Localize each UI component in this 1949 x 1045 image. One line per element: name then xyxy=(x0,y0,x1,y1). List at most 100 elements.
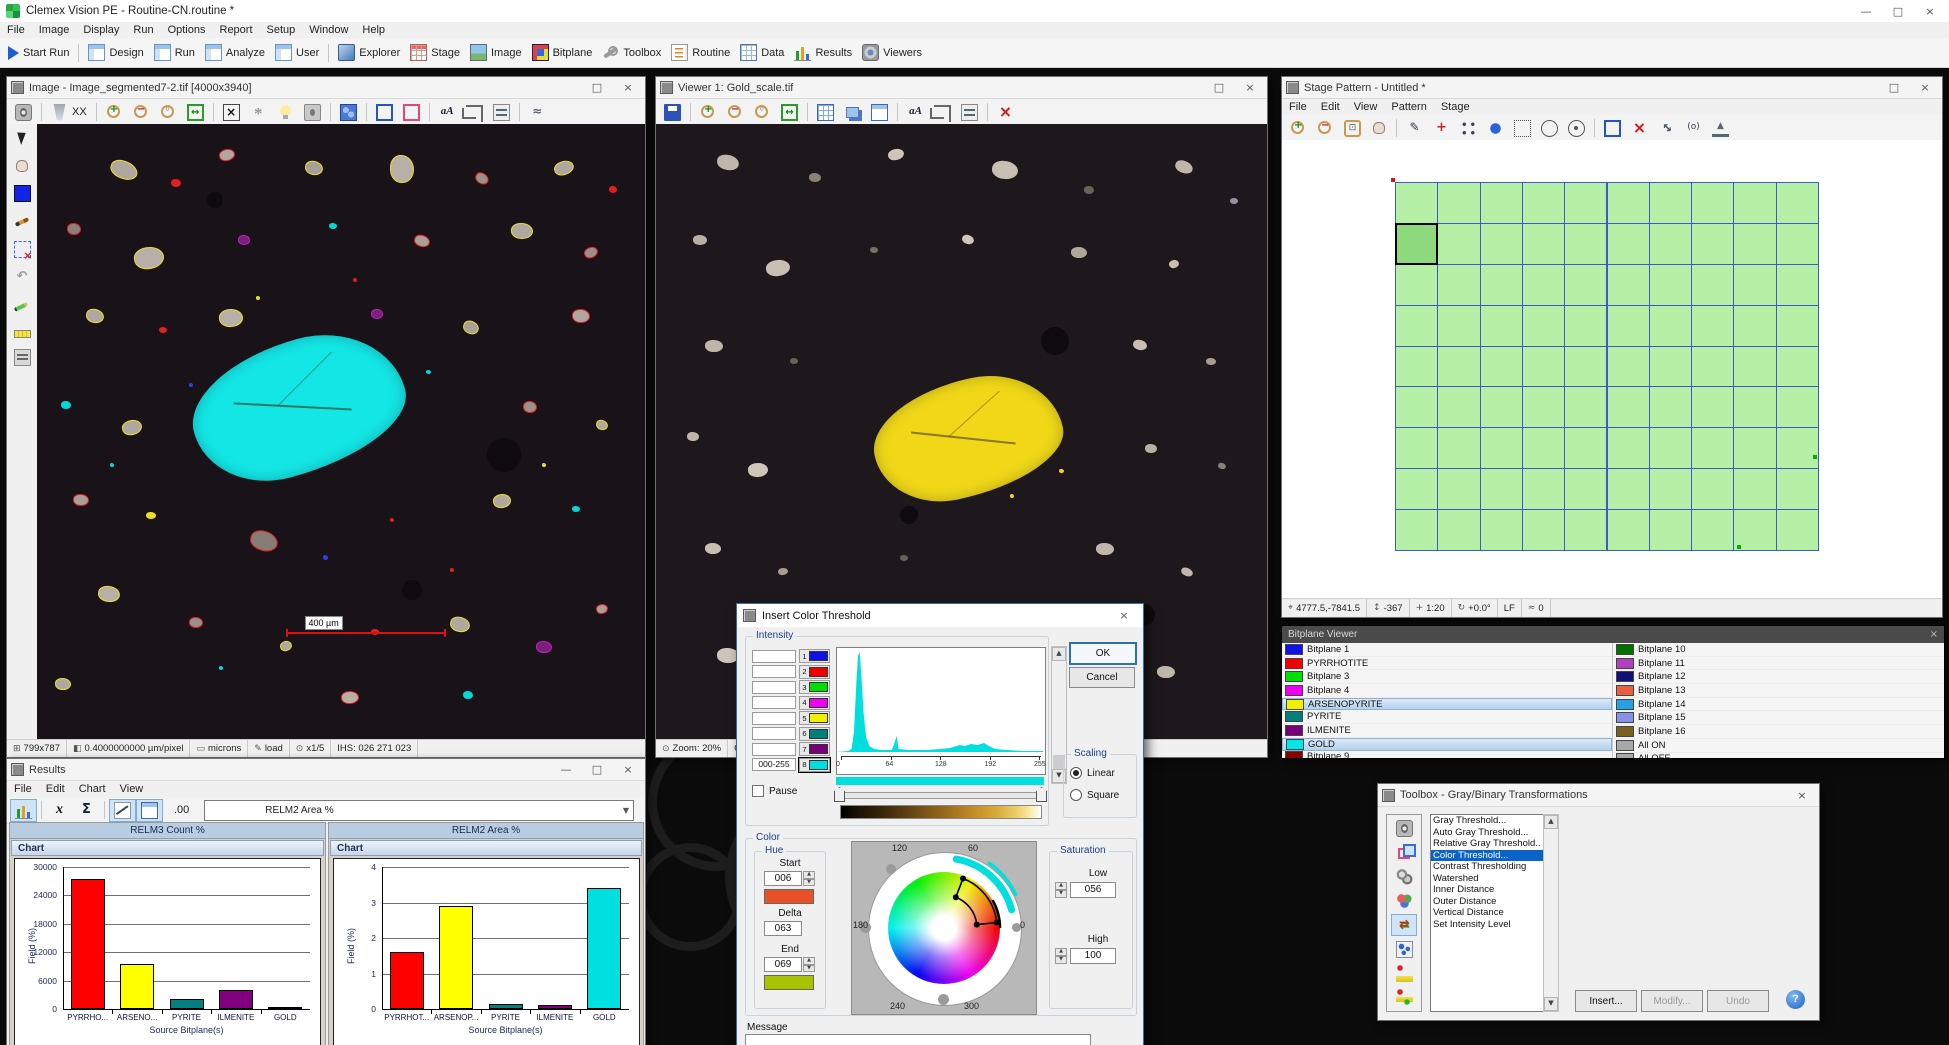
toolbox-item-outer-distance[interactable]: Outer Distance xyxy=(1431,896,1543,908)
close-icon[interactable]: × xyxy=(1237,79,1263,96)
image-mosaic-button[interactable] xyxy=(335,101,362,124)
main-user-button[interactable]: User xyxy=(270,41,324,64)
stage-cell[interactable] xyxy=(1437,386,1480,428)
stage-delete-red-button[interactable] xyxy=(1626,117,1653,140)
main-routine-button[interactable]: Routine xyxy=(666,41,735,64)
stage-cell-selected[interactable] xyxy=(1395,223,1438,265)
toolbox-item-set-intensity-level[interactable]: Set Intensity Level xyxy=(1431,919,1543,931)
stage-cell[interactable] xyxy=(1691,386,1734,428)
stage-cell[interactable] xyxy=(1607,468,1650,510)
stage-grid[interactable] xyxy=(1395,182,1818,550)
bitplane-item-all-off[interactable]: All OFF xyxy=(1613,753,1944,759)
maximize-icon[interactable]: □ xyxy=(584,79,610,96)
stage-cell[interactable] xyxy=(1395,509,1438,551)
image-zoom-out-button[interactable] xyxy=(128,101,155,124)
stage-crosshair-button[interactable] xyxy=(1428,117,1455,140)
stage-cell[interactable] xyxy=(1437,468,1480,510)
stage-pattern-canvas[interactable] xyxy=(1282,140,1942,599)
bitplane-item-bitplane-12[interactable]: Bitplane 12 xyxy=(1613,670,1944,684)
stage-zoom-in-button[interactable] xyxy=(1285,117,1312,140)
main-analyze-button[interactable]: Analyze xyxy=(200,41,270,64)
bitplane-item-gold[interactable]: GOLD xyxy=(1282,738,1612,751)
main-menu-file[interactable]: File xyxy=(0,23,32,37)
bitplane-item-all-on[interactable]: All ON xyxy=(1613,739,1944,753)
stage-cell[interactable] xyxy=(1607,346,1650,388)
toolbox-item-inner-distance[interactable]: Inner Distance xyxy=(1431,884,1543,896)
stage-cell[interactable] xyxy=(1776,509,1819,551)
stage-cell[interactable] xyxy=(1522,346,1565,388)
image-tool-delete-selection[interactable] xyxy=(12,239,33,260)
toolbox-item-vertical-distance[interactable]: Vertical Distance xyxy=(1431,907,1543,919)
viewer-crop-button[interactable] xyxy=(929,100,956,125)
image-window-title-bar[interactable]: Image - Image_segmented7-2.tif [4000x394… xyxy=(7,77,645,99)
bitplane-item-bitplane-15[interactable]: Bitplane 15 xyxy=(1613,711,1944,725)
stage-cell[interactable] xyxy=(1691,509,1734,551)
main-design-button[interactable]: Design xyxy=(83,41,148,64)
main-menu-window[interactable]: Window xyxy=(302,23,355,37)
scroll-up-icon[interactable]: ▲ xyxy=(1544,815,1558,829)
toolbox-category-spheres-color[interactable] xyxy=(1391,890,1417,912)
stage-cell[interactable] xyxy=(1733,305,1776,347)
stage-cell[interactable] xyxy=(1607,305,1650,347)
help-button[interactable]: ? xyxy=(1786,990,1805,1009)
close-icon[interactable]: × xyxy=(1930,629,1938,640)
radio-square[interactable] xyxy=(1070,789,1082,801)
main-bitplane-button[interactable]: Bitplane xyxy=(527,41,598,64)
viewer-zoom-in-button[interactable] xyxy=(695,101,722,124)
toolbox-category-camera[interactable] xyxy=(1391,817,1417,839)
stage-cell[interactable] xyxy=(1607,509,1650,551)
maximize-icon[interactable]: □ xyxy=(1881,79,1907,96)
range-field[interactable] xyxy=(752,743,796,756)
cancel-button[interactable]: Cancel xyxy=(1069,667,1135,688)
stage-cell[interactable] xyxy=(1733,182,1776,224)
stage-cell[interactable] xyxy=(1480,468,1523,510)
close-icon[interactable]: × xyxy=(615,79,641,96)
stage-cell[interactable] xyxy=(1691,346,1734,388)
range-field[interactable] xyxy=(752,650,796,663)
bitplane-item-bitplane-11[interactable]: Bitplane 11 xyxy=(1613,657,1944,671)
results-00-button[interactable]: .00 xyxy=(163,799,194,822)
stage-cell[interactable] xyxy=(1691,427,1734,469)
results-stat-sigma-button[interactable] xyxy=(73,799,100,822)
image-frame-blue-button[interactable] xyxy=(371,101,398,124)
bitplane-item-bitplane-16[interactable]: Bitplane 16 xyxy=(1613,725,1944,739)
scaling-square-option[interactable]: Square xyxy=(1070,789,1119,801)
segmented-image-canvas[interactable]: 400 µm xyxy=(37,124,645,740)
stage-cell[interactable] xyxy=(1564,468,1607,510)
saturation-low-field[interactable]: 056 xyxy=(1070,882,1116,898)
maximize-button[interactable]: □ xyxy=(1885,3,1911,20)
toolbox-category-measure-red[interactable] xyxy=(1391,963,1417,985)
bitplane-item-bitplane-4[interactable]: Bitplane 4 xyxy=(1282,684,1612,698)
stage-cell[interactable] xyxy=(1437,346,1480,388)
toolbox-category-bitplane-overlay[interactable] xyxy=(1391,841,1417,863)
results-menu-view[interactable]: View xyxy=(113,782,151,796)
results-menu-chart[interactable]: Chart xyxy=(72,782,113,796)
image-select-region-button[interactable] xyxy=(218,101,245,124)
stage-cell[interactable] xyxy=(1607,223,1650,265)
toolbox-item-contrast-thresholding[interactable]: Contrast Thresholding xyxy=(1431,861,1543,873)
viewer-grid-view-button[interactable] xyxy=(812,101,839,124)
stage-circle-blue-button[interactable] xyxy=(1482,117,1509,140)
maximize-icon[interactable]: □ xyxy=(584,761,610,778)
scroll-up-icon[interactable]: ▲ xyxy=(1052,647,1066,661)
bitplane-item-bitplane-13[interactable]: Bitplane 13 xyxy=(1613,684,1944,698)
saturation-high-spinner[interactable]: ▲▼ xyxy=(1055,948,1067,964)
main-results-button[interactable]: Results xyxy=(789,41,857,64)
viewer-save-button[interactable] xyxy=(659,101,686,124)
stage-cell[interactable] xyxy=(1480,223,1523,265)
stage-cell[interactable] xyxy=(1522,305,1565,347)
toolbox-item-gray-threshold[interactable]: Gray Threshold... xyxy=(1431,815,1543,827)
stage-cell[interactable] xyxy=(1607,386,1650,428)
results-window-title-bar[interactable]: Results — □ × xyxy=(7,759,645,781)
stage-cell[interactable] xyxy=(1776,264,1819,306)
main-menu-image[interactable]: Image xyxy=(32,23,77,37)
main-stage-button[interactable]: Stage xyxy=(405,41,465,64)
radio-linear[interactable] xyxy=(1070,767,1082,779)
stage-pan-hand-button[interactable] xyxy=(1366,117,1392,139)
stage-cell[interactable] xyxy=(1649,305,1692,347)
bitplane-item-ilmenite[interactable]: ILMENITE xyxy=(1282,724,1612,738)
stage-cell[interactable] xyxy=(1395,346,1438,388)
image-tool-pencil[interactable] xyxy=(12,295,33,316)
slider-high-handle[interactable] xyxy=(1036,787,1047,802)
stage-cell[interactable] xyxy=(1691,182,1734,224)
